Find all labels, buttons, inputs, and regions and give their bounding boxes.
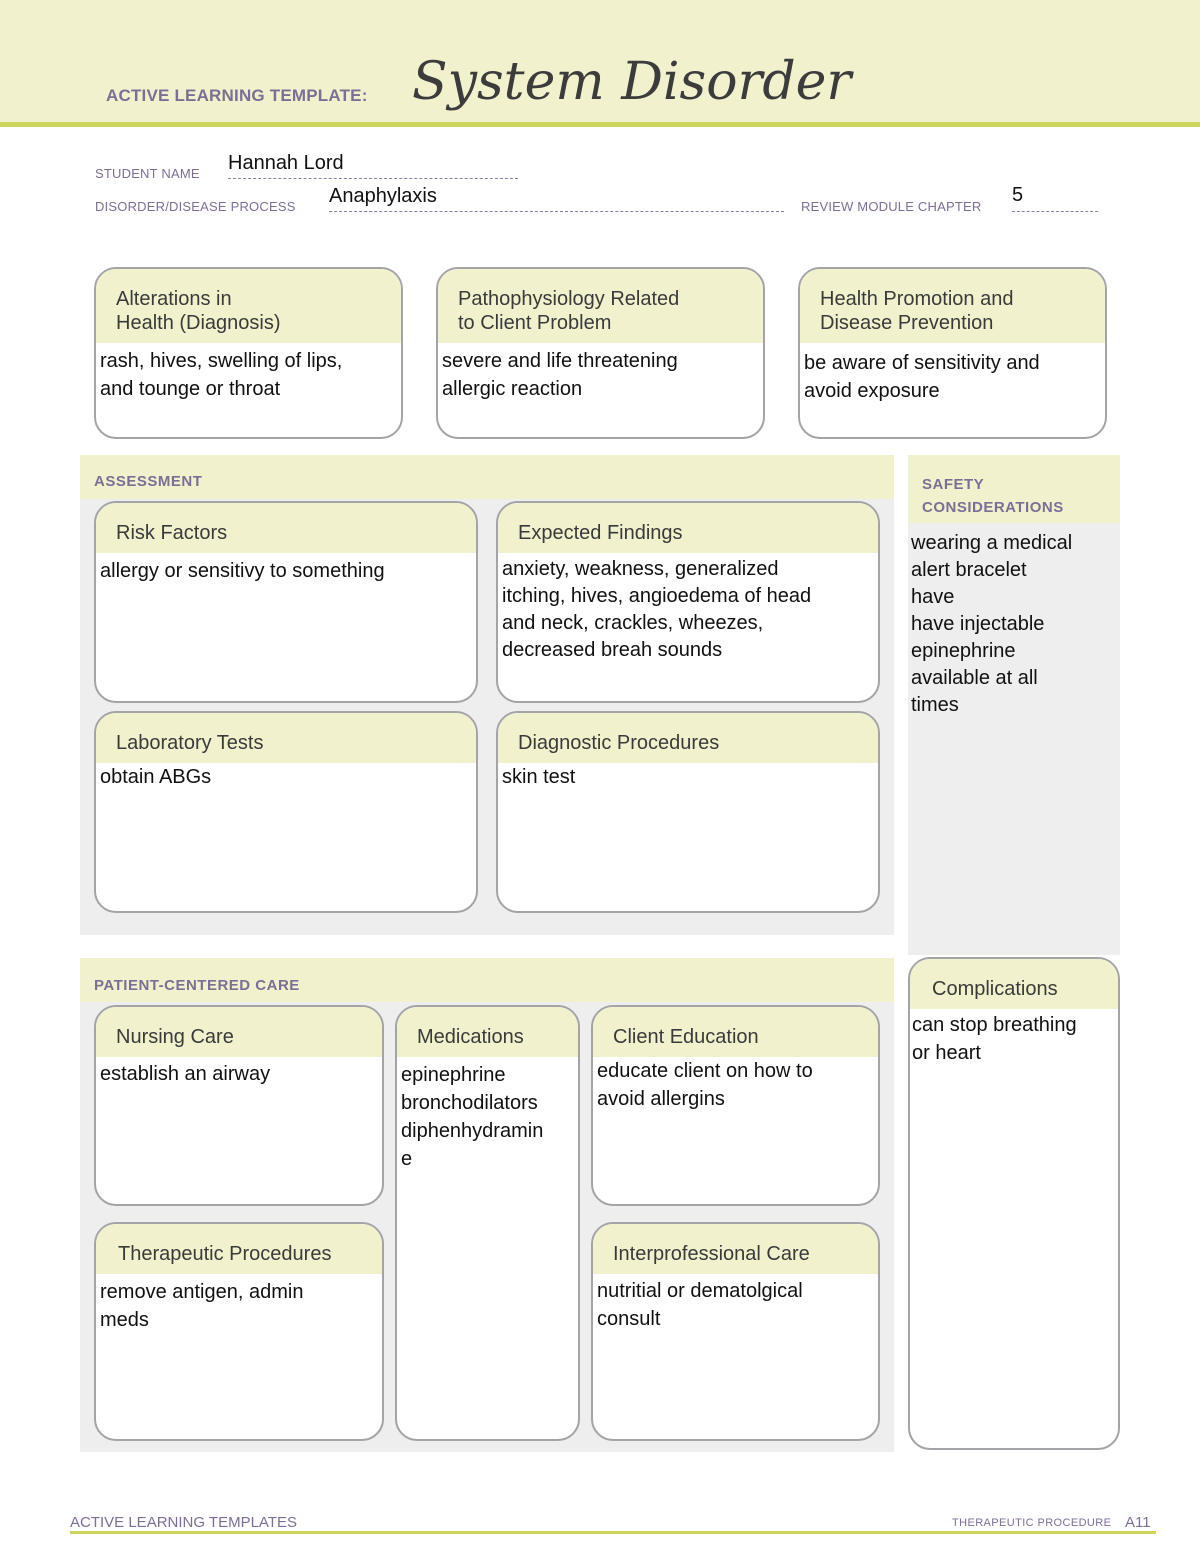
box-title: Expected Findings bbox=[498, 503, 878, 553]
client-education-box: Client Education educate client on how t… bbox=[591, 1005, 880, 1206]
footer-rule bbox=[70, 1531, 1156, 1534]
student-name-field[interactable]: Hannah Lord bbox=[228, 152, 344, 175]
patient-centered-care-title: PATIENT-CENTERED CARE bbox=[94, 977, 300, 994]
alterations-in-health-field[interactable]: rash, hives, swelling of lips, and toung… bbox=[96, 343, 401, 407]
template-label: ACTIVE LEARNING TEMPLATE: bbox=[106, 86, 368, 105]
page-number: A11 bbox=[1125, 1514, 1151, 1531]
diagnostic-procedures-field[interactable]: skin test bbox=[498, 763, 878, 795]
box-title: Interprofessional Care bbox=[593, 1224, 878, 1274]
nursing-care-field[interactable]: establish an airway bbox=[96, 1057, 382, 1092]
chapter-line bbox=[1012, 211, 1098, 212]
expected-findings-box: Expected Findings anxiety, weakness, gen… bbox=[496, 501, 880, 703]
therapeutic-procedures-field[interactable]: remove antigen, admin meds bbox=[96, 1274, 382, 1338]
safety-panel: SAFETY CONSIDERATIONS wearing a medical … bbox=[908, 455, 1120, 955]
nursing-care-box: Nursing Care establish an airway bbox=[94, 1005, 384, 1206]
box-title: Client Education bbox=[593, 1007, 878, 1057]
safety-title: SAFETY CONSIDERATIONS bbox=[922, 476, 1064, 516]
diagnostic-procedures-box: Diagnostic Procedures skin test bbox=[496, 711, 880, 913]
health-promotion-box: Health Promotion and Disease Prevention … bbox=[798, 267, 1107, 439]
medications-field[interactable]: epinephrine bronchodilators diphenhydram… bbox=[397, 1057, 578, 1177]
medications-box: Medications epinephrine bronchodilators … bbox=[395, 1005, 580, 1441]
box-title: Health Promotion and Disease Prevention bbox=[800, 269, 1105, 343]
risk-factors-field[interactable]: allergy or sensitivy to something bbox=[96, 553, 476, 589]
expected-findings-field[interactable]: anxiety, weakness, generalized itching, … bbox=[498, 553, 878, 668]
box-title: Therapeutic Procedures bbox=[96, 1224, 382, 1274]
header-rule bbox=[0, 122, 1200, 127]
box-title: Diagnostic Procedures bbox=[498, 713, 878, 763]
interprofessional-care-box: Interprofessional Care nutritial or dema… bbox=[591, 1222, 880, 1441]
complications-box: Complications can stop breathing or hear… bbox=[908, 957, 1120, 1450]
box-title: Laboratory Tests bbox=[96, 713, 476, 763]
complications-field[interactable]: can stop breathing or heart bbox=[910, 1009, 1118, 1069]
disorder-label: DISORDER/DISEASE PROCESS bbox=[95, 199, 296, 214]
alterations-in-health-box: Alterations in Health (Diagnosis) rash, … bbox=[94, 267, 403, 439]
disorder-line bbox=[329, 211, 784, 212]
laboratory-tests-box: Laboratory Tests obtain ABGs bbox=[94, 711, 478, 913]
risk-factors-box: Risk Factors allergy or sensitivy to som… bbox=[94, 501, 478, 703]
health-promotion-field[interactable]: be aware of sensitivity and avoid exposu… bbox=[800, 343, 1105, 409]
box-title: Pathophysiology Related to Client Proble… bbox=[438, 269, 763, 343]
footer-section-label: THERAPEUTIC PROCEDURE bbox=[952, 1517, 1112, 1529]
disorder-field[interactable]: Anaphylaxis bbox=[329, 185, 437, 208]
pathophysiology-box: Pathophysiology Related to Client Proble… bbox=[436, 267, 765, 439]
pathophysiology-field[interactable]: severe and life threatening allergic rea… bbox=[438, 343, 763, 407]
box-title: Medications bbox=[397, 1007, 578, 1057]
interprofessional-care-field[interactable]: nutritial or dematolgical consult bbox=[593, 1274, 878, 1337]
client-education-field[interactable]: educate client on how to avoid allergins bbox=[593, 1057, 878, 1117]
assessment-title: ASSESSMENT bbox=[94, 473, 203, 490]
chapter-label: REVIEW MODULE CHAPTER bbox=[801, 199, 982, 214]
student-name-label: STUDENT NAME bbox=[95, 166, 200, 181]
therapeutic-procedures-box: Therapeutic Procedures remove antigen, a… bbox=[94, 1222, 384, 1441]
box-title: Complications bbox=[910, 959, 1118, 1009]
safety-field[interactable]: wearing a medical alert bracelet have ha… bbox=[911, 530, 1072, 719]
box-title: Nursing Care bbox=[96, 1007, 382, 1057]
page-title: System Disorder bbox=[412, 52, 852, 112]
box-title: Alterations in Health (Diagnosis) bbox=[96, 269, 401, 343]
box-title: Risk Factors bbox=[96, 503, 476, 553]
laboratory-tests-field[interactable]: obtain ABGs bbox=[96, 763, 476, 795]
footer-left-label: ACTIVE LEARNING TEMPLATES bbox=[70, 1514, 297, 1531]
student-name-line bbox=[228, 178, 518, 179]
chapter-field[interactable]: 5 bbox=[1012, 184, 1023, 207]
